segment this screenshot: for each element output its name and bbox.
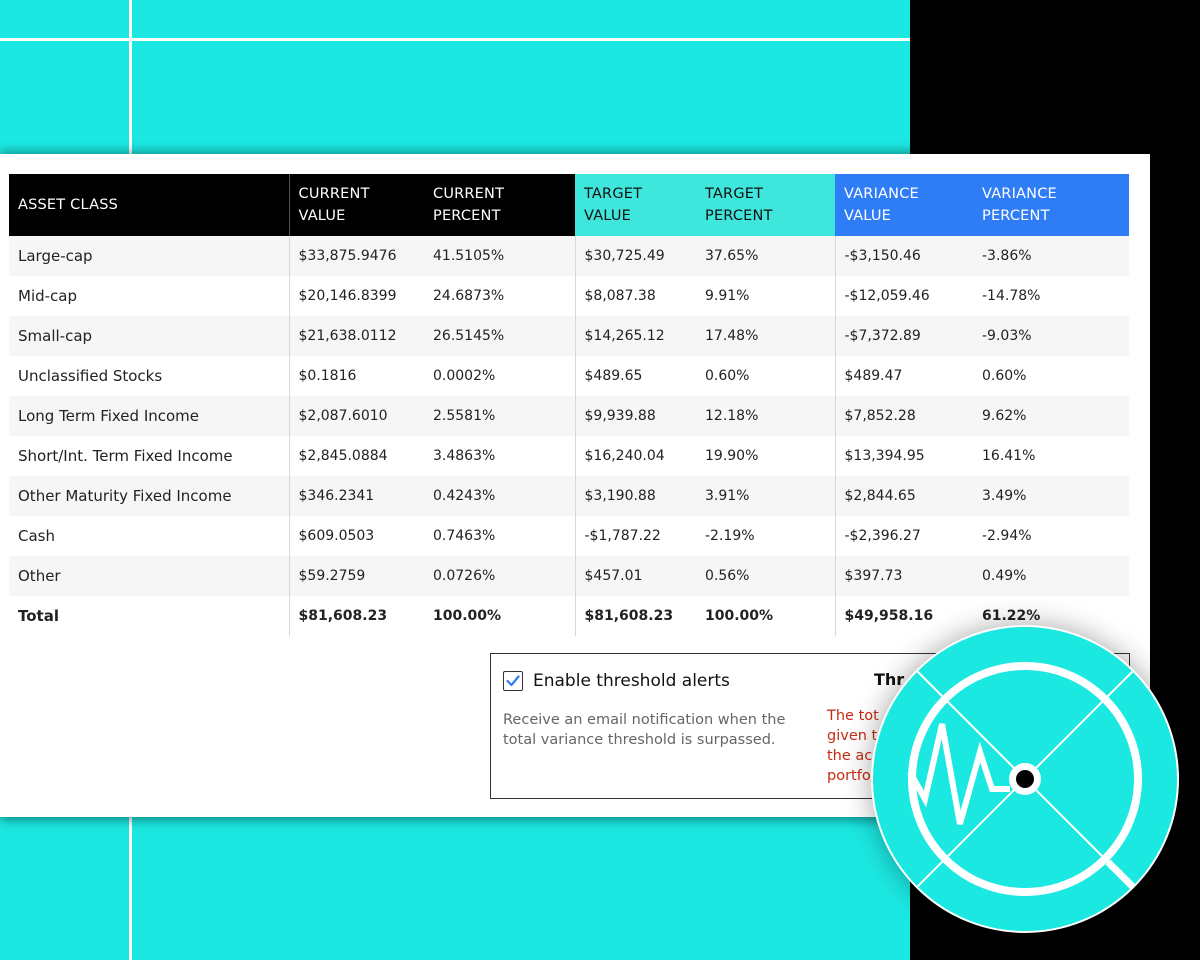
cell-target-percent: -2.19%: [696, 516, 835, 556]
header-current-value[interactable]: CURRENT VALUE: [288, 174, 424, 236]
cell-variance-value: -$7,372.89: [834, 316, 973, 356]
cell-current-percent: 2.5581%: [424, 396, 575, 436]
cell-variance-value: -$3,150.46: [834, 236, 973, 276]
cell-variance-percent: 9.62%: [973, 396, 1129, 436]
cell-asset-class: Long Term Fixed Income: [9, 396, 289, 436]
header-target-value[interactable]: TARGET VALUE: [575, 174, 696, 236]
cell-current-percent: 0.0002%: [424, 356, 575, 396]
header-variance-percent[interactable]: VARIANCE PERCENT: [973, 174, 1129, 236]
cell-target-value: $30,725.49: [574, 236, 696, 276]
cell-target-value: $16,240.04: [574, 436, 696, 476]
cell-asset-class: Other Maturity Fixed Income: [9, 476, 289, 516]
cell-variance-value: $7,852.28: [834, 396, 973, 436]
cell-target-percent: 0.56%: [696, 556, 835, 596]
cell-current-value: $0.1816: [288, 356, 424, 396]
cell-current-value: $2,087.6010: [288, 396, 424, 436]
cell-target-value: $14,265.12: [574, 316, 696, 356]
header-current-percent[interactable]: CURRENT PERCENT: [424, 174, 575, 236]
cell-variance-percent: -14.78%: [973, 276, 1129, 316]
asset-allocation-table: ASSET CLASS CURRENT VALUE CURRENT PERCENT …: [9, 174, 1129, 636]
enable-threshold-alerts-toggle[interactable]: Enable threshold alerts: [503, 671, 730, 691]
cell-target-value: $457.01: [574, 556, 696, 596]
cell-asset-class: Short/Int. Term Fixed Income: [9, 436, 289, 476]
table-row: Mid-cap $20,146.8399 24.6873% $8,087.38 …: [9, 276, 1129, 316]
table-row: Cash $609.0503 0.7463% -$1,787.22 -2.19%…: [9, 516, 1129, 556]
cell-total-label: Total: [9, 596, 289, 636]
cell-asset-class: Cash: [9, 516, 289, 556]
cell-variance-percent: -2.94%: [973, 516, 1129, 556]
cell-current-value: $2,845.0884: [288, 436, 424, 476]
cell-current-percent: 41.5105%: [424, 236, 575, 276]
table-row: Large-cap $33,875.9476 41.5105% $30,725.…: [9, 236, 1129, 276]
cell-variance-value: $489.47: [834, 356, 973, 396]
cell-target-percent: 3.91%: [696, 476, 835, 516]
cell-total-target-value: $81,608.23: [574, 596, 696, 636]
cell-asset-class: Mid-cap: [9, 276, 289, 316]
header-variance-value[interactable]: VARIANCE VALUE: [835, 174, 973, 236]
cell-target-percent: 12.18%: [696, 396, 835, 436]
cell-variance-percent: 0.49%: [973, 556, 1129, 596]
cell-variance-percent: -3.86%: [973, 236, 1129, 276]
cell-current-value: $21,638.0112: [288, 316, 424, 356]
cell-current-value: $59.2759: [288, 556, 424, 596]
threshold-alerts-description: Receive an email notification when the t…: [503, 712, 786, 748]
cell-asset-class: Large-cap: [9, 236, 289, 276]
cell-current-percent: 26.5145%: [424, 316, 575, 356]
cell-target-percent: 19.90%: [696, 436, 835, 476]
table-header-row: ASSET CLASS CURRENT VALUE CURRENT PERCENT …: [9, 174, 1129, 236]
table-row: Small-cap $21,638.0112 26.5145% $14,265.…: [9, 316, 1129, 356]
cell-total-current-value: $81,608.23: [288, 596, 424, 636]
cell-asset-class: Unclassified Stocks: [9, 356, 289, 396]
cell-variance-value: $2,844.65: [834, 476, 973, 516]
cell-target-percent: 0.60%: [696, 356, 835, 396]
cell-current-percent: 0.4243%: [424, 476, 575, 516]
cell-target-value: $9,939.88: [574, 396, 696, 436]
cell-current-percent: 3.4863%: [424, 436, 575, 476]
cell-target-value: $8,087.38: [574, 276, 696, 316]
cell-variance-value: $397.73: [834, 556, 973, 596]
cell-target-percent: 37.65%: [696, 236, 835, 276]
cell-variance-percent: 0.60%: [973, 356, 1129, 396]
cell-total-target-percent: 100.00%: [696, 596, 835, 636]
checkmark-icon: [506, 675, 520, 687]
cell-target-value: $489.65: [574, 356, 696, 396]
cell-current-value: $609.0503: [288, 516, 424, 556]
table-row: Other $59.2759 0.0726% $457.01 0.56% $39…: [9, 556, 1129, 596]
table-row: Long Term Fixed Income $2,087.6010 2.558…: [9, 396, 1129, 436]
cell-variance-percent: 3.49%: [973, 476, 1129, 516]
table-row: Other Maturity Fixed Income $346.2341 0.…: [9, 476, 1129, 516]
threshold-alerts-checkbox[interactable]: [503, 671, 523, 691]
cell-variance-percent: -9.03%: [973, 316, 1129, 356]
cell-target-value: $3,190.88: [574, 476, 696, 516]
threshold-alerts-label: Enable threshold alerts: [533, 671, 730, 691]
cell-variance-value: $13,394.95: [834, 436, 973, 476]
cell-target-percent: 17.48%: [696, 316, 835, 356]
table-row: Unclassified Stocks $0.1816 0.0002% $489…: [9, 356, 1129, 396]
cell-variance-value: -$2,396.27: [834, 516, 973, 556]
cell-total-current-percent: 100.00%: [424, 596, 575, 636]
cell-variance-value: -$12,059.46: [834, 276, 973, 316]
cell-variance-percent: 16.41%: [973, 436, 1129, 476]
cell-target-value: -$1,787.22: [574, 516, 696, 556]
background-grid-line-horizontal: [0, 38, 910, 41]
cell-current-value: $346.2341: [288, 476, 424, 516]
cell-current-percent: 0.0726%: [424, 556, 575, 596]
cell-asset-class: Small-cap: [9, 316, 289, 356]
table-row: Short/Int. Term Fixed Income $2,845.0884…: [9, 436, 1129, 476]
header-asset-class[interactable]: ASSET CLASS: [9, 174, 289, 236]
cell-asset-class: Other: [9, 556, 289, 596]
cell-current-value: $20,146.8399: [288, 276, 424, 316]
cell-current-percent: 24.6873%: [424, 276, 575, 316]
cell-current-value: $33,875.9476: [288, 236, 424, 276]
header-target-percent[interactable]: TARGET PERCENT: [696, 174, 835, 236]
cell-target-percent: 9.91%: [696, 276, 835, 316]
cell-current-percent: 0.7463%: [424, 516, 575, 556]
radar-pulse-icon: [871, 625, 1179, 933]
